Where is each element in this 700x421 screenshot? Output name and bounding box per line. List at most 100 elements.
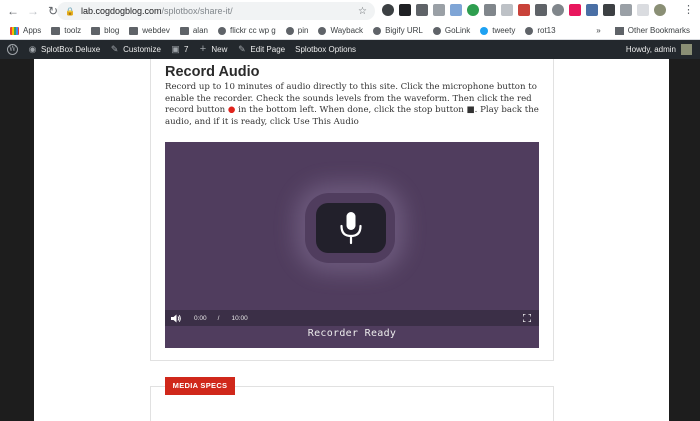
bookmark-alan[interactable]: alan [179, 26, 208, 35]
bookmarks-bar: Apps toolz blog webdev alan flickr cc wp… [0, 22, 700, 40]
extension-icon[interactable] [569, 4, 581, 16]
media-specs-tag: MEDIA SPECS [165, 377, 235, 395]
customize-label: Customize [123, 45, 161, 54]
globe-icon [285, 26, 294, 35]
edit-page-link[interactable]: ✎ Edit Page [237, 44, 286, 55]
account-menu[interactable]: Howdy, admin [626, 45, 676, 54]
bookmark-label: toolz [64, 26, 82, 35]
plus-icon: + [199, 43, 207, 55]
comments-link[interactable]: ▣ 7 [171, 44, 189, 55]
bookmark-label: tweety [492, 26, 516, 35]
globe-icon [432, 26, 441, 35]
bookmark-bigify[interactable]: Bigify URL [373, 26, 423, 35]
globe-icon [525, 26, 534, 35]
dashboard-icon: ◉ [28, 44, 37, 54]
extensions-strip [382, 4, 666, 18]
cast-icon[interactable] [637, 4, 649, 16]
bookmark-wayback[interactable]: Wayback [318, 26, 363, 35]
bookmark-blog[interactable]: blog [91, 26, 119, 35]
bookmark-toolz[interactable]: toolz [51, 26, 81, 35]
edit-page-label: Edit Page [250, 45, 286, 54]
bookmark-golink[interactable]: GoLink [432, 26, 471, 35]
globe-icon [373, 26, 382, 35]
extension-icon[interactable] [382, 4, 394, 16]
browser-menu-icon[interactable]: ⋮ [683, 3, 694, 16]
bookmark-tweety[interactable]: tweety [480, 26, 515, 35]
comment-icon: ▣ [171, 44, 180, 54]
extension-icon[interactable] [416, 4, 428, 16]
audio-recorder: 0:00 / 10:00 Recorder Ready [165, 142, 539, 348]
extension-icon[interactable] [433, 4, 445, 16]
lock-icon: 🔒 [65, 6, 75, 16]
address-bar[interactable]: 🔒 lab.cogdogblog.com/splotbox/share-it/ … [57, 2, 375, 20]
bookmarks-overflow-icon[interactable]: » [596, 26, 600, 35]
apps-icon [10, 26, 19, 35]
site-name: SplotBox Deluxe [41, 45, 101, 54]
bookmark-apps[interactable]: Apps [10, 26, 41, 35]
instructions-text: Record up to 10 minutes of audio directl… [165, 82, 541, 128]
extension-icon[interactable] [518, 4, 530, 16]
bookmark-pin[interactable]: pin [285, 26, 308, 35]
bookmark-rot13[interactable]: rot13 [525, 26, 556, 35]
pencil-icon: ✎ [238, 44, 246, 54]
extension-icon[interactable] [552, 4, 564, 16]
globe-icon [217, 26, 226, 35]
back-icon[interactable]: ← [6, 4, 20, 18]
extension-icon[interactable] [620, 4, 632, 16]
bookmark-label: Bigify URL [385, 26, 423, 35]
wp-admin-bar: W ◉ SplotBox Deluxe ✎ Customize ▣ 7 + New ✎ E… [0, 40, 700, 59]
other-bookmarks[interactable]: » Other Bookmarks [596, 26, 690, 35]
bookmark-label: alan [192, 26, 208, 35]
bookmark-star-icon[interactable]: ☆ [358, 6, 367, 17]
extension-icon[interactable] [603, 4, 615, 16]
globe-icon [318, 26, 327, 35]
customize-link[interactable]: ✎ Customize [110, 44, 161, 55]
bookmark-label: GoLink [444, 26, 471, 35]
bookmark-label: Apps [23, 26, 42, 35]
page-title: Record Audio [165, 64, 260, 80]
splotbox-options-link[interactable]: Splotbox Options [295, 45, 356, 54]
folder-icon [614, 26, 624, 35]
bookmark-label: Wayback [330, 26, 364, 35]
time-separator: / [217, 314, 220, 322]
other-bookmarks-label: Other Bookmarks [627, 26, 690, 35]
player-controls: 0:00 / 10:00 [165, 310, 539, 326]
twitter-icon [480, 26, 489, 35]
avatar[interactable] [681, 44, 692, 55]
bookmark-webdev[interactable]: webdev [129, 26, 170, 35]
extension-icon[interactable] [399, 4, 411, 16]
folder-icon [179, 26, 189, 35]
extension-icon[interactable] [501, 4, 513, 16]
url-host: lab.cogdogblog.com [80, 6, 162, 16]
microphone-button[interactable] [316, 203, 386, 253]
folder-icon [129, 26, 139, 35]
folder-icon [51, 26, 61, 35]
extension-icon[interactable] [450, 4, 462, 16]
extension-icon[interactable] [586, 4, 598, 16]
profile-avatar-icon[interactable] [654, 4, 666, 16]
current-time: 0:00 [194, 314, 207, 322]
stop-square-icon: ■ [466, 105, 475, 115]
comments-count: 7 [183, 45, 189, 54]
bookmark-label: rot13 [537, 26, 556, 35]
splotbox-options-label: Splotbox Options [295, 45, 357, 54]
volume-icon[interactable] [171, 314, 181, 323]
new-label: New [211, 45, 228, 54]
fullscreen-icon[interactable] [523, 314, 531, 322]
brush-icon: ✎ [110, 44, 119, 54]
url-path: /splotbox/share-it/ [161, 6, 233, 16]
microphone-icon [340, 212, 362, 245]
extension-icon[interactable] [535, 4, 547, 16]
folder-icon [91, 26, 101, 35]
howdy-label: Howdy, admin [625, 45, 676, 54]
forward-icon[interactable]: → [26, 4, 40, 18]
wordpress-logo-icon[interactable]: W [7, 44, 18, 55]
bookmark-label: webdev [142, 26, 170, 35]
new-content-link[interactable]: + New [198, 43, 228, 55]
extension-icon[interactable] [484, 4, 496, 16]
site-name-link[interactable]: ◉ SplotBox Deluxe [28, 44, 101, 55]
extension-icon[interactable] [467, 4, 479, 16]
bookmark-label: blog [104, 26, 120, 35]
bookmark-flickr[interactable]: flickr cc wp g [217, 26, 276, 35]
bookmark-label: flickr cc wp g [229, 26, 276, 35]
